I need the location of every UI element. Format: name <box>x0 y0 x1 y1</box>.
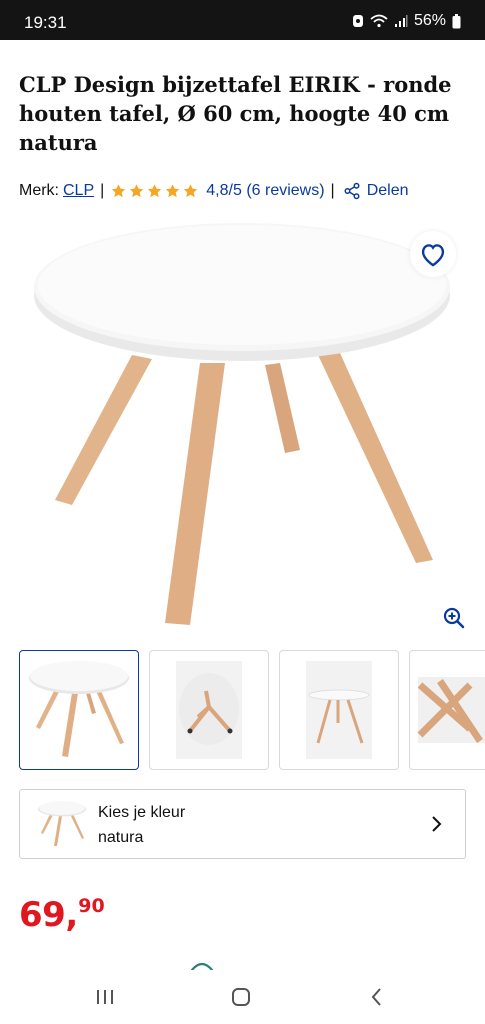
price: 69,90 <box>19 895 105 935</box>
star-icon <box>112 184 126 198</box>
favorite-button[interactable] <box>410 231 456 277</box>
chevron-right-icon <box>432 816 442 832</box>
zoom-in-icon <box>443 607 465 629</box>
star-icon <box>184 184 198 198</box>
share-icon <box>344 182 360 200</box>
brand-prefix: Merk: <box>19 182 59 199</box>
vpn-icon <box>352 15 363 27</box>
separator: | <box>330 182 335 199</box>
rating-link[interactable]: 4,8/5 (6 reviews) <box>206 182 324 200</box>
home-button[interactable] <box>226 984 256 1010</box>
price-comma: , <box>65 895 79 935</box>
system-navigation-bar <box>0 970 485 1024</box>
price-cents: 90 <box>78 895 105 917</box>
status-bar: 19:31 56% <box>0 0 485 40</box>
product-meta-row: Merk: CLP | 4,8/5 (6 reviews) | Delen <box>19 180 409 202</box>
star-icon <box>148 184 162 198</box>
thumbnail-image <box>417 677 485 743</box>
color-selector-label: Kies je kleur <box>98 804 186 821</box>
back-icon <box>371 988 381 1006</box>
home-icon <box>232 988 250 1006</box>
thumbnail-image <box>29 661 129 757</box>
thumbnail-2[interactable] <box>149 650 269 770</box>
star-icon <box>130 184 144 198</box>
zoom-button[interactable] <box>440 604 468 632</box>
thumbnail-1[interactable] <box>19 650 139 770</box>
brand-link[interactable]: CLP <box>63 182 94 200</box>
product-title: CLP Design bijzettafel EIRIK - ronde hou… <box>19 72 452 155</box>
heart-outline-icon <box>421 244 445 267</box>
color-thumbnail <box>38 801 86 846</box>
thumbnail-strip[interactable] <box>19 650 485 770</box>
thumbnail-image <box>306 661 372 759</box>
share-button[interactable]: Delen <box>343 182 409 200</box>
recent-apps-button[interactable] <box>90 984 120 1010</box>
separator: | <box>100 182 105 199</box>
battery-percent: 56% <box>413 12 446 29</box>
share-label: Delen <box>366 182 409 199</box>
recent-apps-icon <box>97 990 113 1004</box>
back-button[interactable] <box>362 984 392 1010</box>
rating-stars[interactable] <box>110 183 199 199</box>
status-time: 19:31 <box>24 13 67 32</box>
signal-icon <box>394 15 408 27</box>
star-icon <box>166 184 180 198</box>
product-main-image[interactable] <box>0 215 485 640</box>
status-icons: 56% <box>352 12 461 30</box>
wifi-icon <box>370 14 388 28</box>
thumbnail-3[interactable] <box>279 650 399 770</box>
thumbnail-image <box>176 661 242 759</box>
battery-icon <box>452 13 461 28</box>
color-selector[interactable]: Kies je kleur natura <box>19 789 466 859</box>
color-selector-value: natura <box>98 829 144 846</box>
price-main: 69 <box>19 895 66 935</box>
thumbnail-4[interactable] <box>409 650 485 770</box>
